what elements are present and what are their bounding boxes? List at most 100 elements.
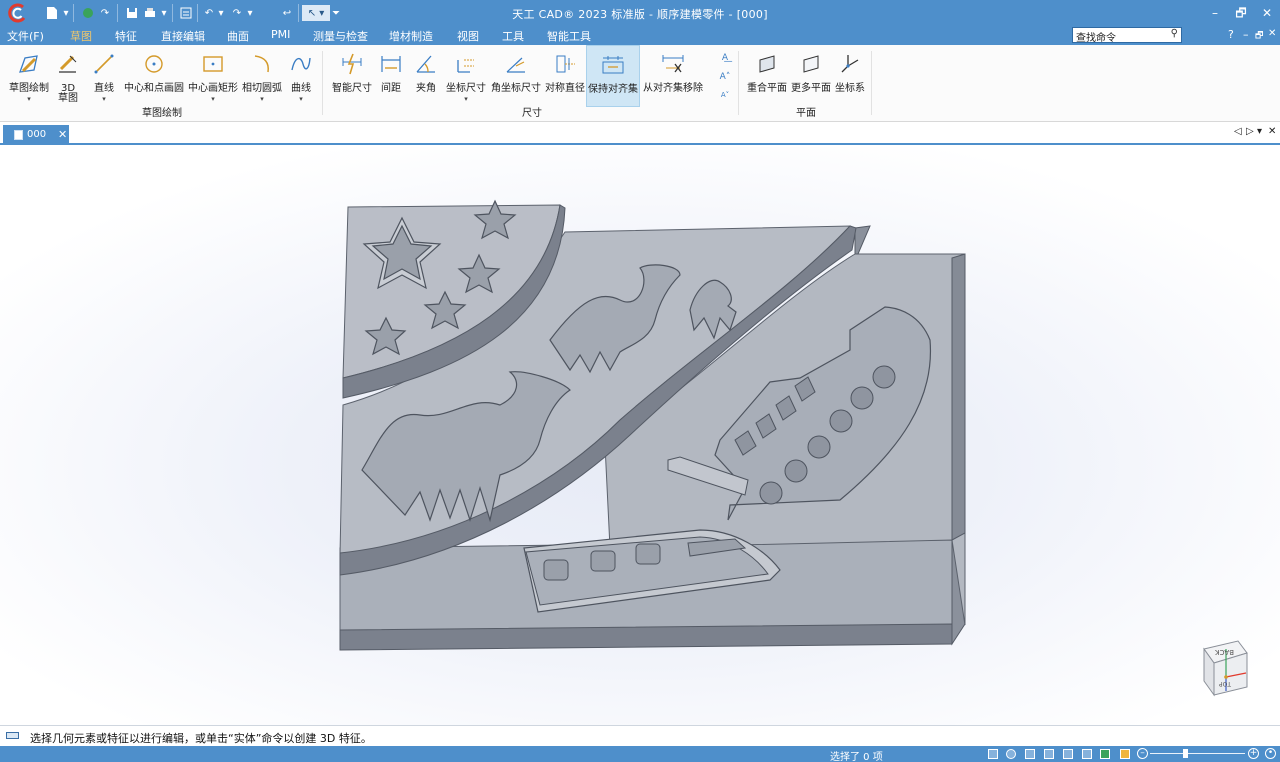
fit-view-icon[interactable] [988,749,998,759]
view-cube-top-label: TOP [1219,680,1232,687]
remove-align-icon [659,51,687,77]
chevron-down-icon[interactable]: ▾ [260,95,264,103]
coincident-plane-icon [753,51,781,77]
group-label-dimension: 尺寸 [522,108,542,119]
document-tab[interactable]: 000 ✕ [3,125,69,145]
text-larger-icon[interactable]: A˄ [718,72,732,86]
document-tab-name: 000 [27,129,47,140]
close-button[interactable]: ✕ [1256,4,1278,22]
distance-button[interactable]: 间距 [377,45,405,107]
symmetric-diameter-icon [551,51,579,77]
window-title: 天工 CAD® 2023 标准版 - 顺序建模零件 - [000] [512,8,768,21]
search-text: 查找命令 [1076,33,1116,44]
sketch-pencil-icon [15,51,43,77]
coincident-plane-button[interactable]: 重合平面 [745,45,789,107]
keep-align-set-icon [599,52,627,78]
remove-align-button[interactable]: 从对齐集移除 [642,45,704,107]
tab-measure-check[interactable]: 测量与检查 [313,28,368,44]
coordinate-system-button[interactable]: 坐标系 [833,45,867,107]
tab-pmi[interactable]: PMI [271,28,290,41]
smart-dimension-button[interactable]: 智能尺寸 [330,45,374,107]
group-label-plane: 平面 [796,108,816,119]
tab-feature[interactable]: 特征 [115,28,137,44]
search-icon[interactable]: ⚲ [1171,28,1178,39]
tab-additive[interactable]: 增材制造 [389,28,433,44]
coordinate-dimension-button[interactable]: 坐标尺寸 ▾ [445,45,487,107]
document-tab-strip: 000 ✕ ◁ ▷ ▾ ✕ [0,122,1280,145]
tab-scroll-right-icon[interactable]: ▷ [1246,126,1254,137]
tab-direct-edit[interactable]: 直接编辑 [161,28,205,44]
menu-file[interactable]: 文件(F) [7,28,44,44]
restore-button[interactable]: 🗗 [1230,4,1252,22]
chevron-down-icon[interactable]: ▾ [27,95,31,103]
document-file-icon [14,130,23,140]
smart-dimension-icon [338,51,366,77]
doc-close-button[interactable]: ✕ [1268,28,1276,39]
text-style-icon[interactable]: A͟ [718,53,732,67]
line-button[interactable]: 直线 ▾ [90,45,118,107]
help-button[interactable]: ? [1228,28,1234,41]
zoom-out-icon[interactable]: – [1137,748,1148,759]
symmetric-diameter-button[interactable]: 对称直径 [544,45,586,107]
render-style-icon[interactable] [1100,749,1110,759]
lighting-icon[interactable] [1120,749,1130,759]
command-search-input[interactable]: 查找命令 ⚲ [1072,27,1182,44]
rectangle-center-button[interactable]: 中心画矩形 ▾ [187,45,239,107]
close-all-tabs-icon[interactable]: ✕ [1268,126,1276,137]
chevron-down-icon[interactable]: ▾ [299,95,303,103]
3d-viewport[interactable]: BACK TOP [0,147,1280,725]
keyboard-icon[interactable] [6,732,19,739]
text-smaller-icon[interactable]: A˅ [718,91,732,105]
ribbon-toolbar: 草图绘制 ▾ 3D 草图 直线 ▾ 中心和点画圆 中心画矩形 ▾ 相切圆弧 ▾ … [0,45,1280,122]
minimize-button[interactable]: – [1204,4,1226,22]
coordinate-system-icon [836,51,864,77]
angular-coordinate-icon [502,51,530,77]
distance-icon [377,51,405,77]
part-model[interactable] [0,147,1280,725]
doc-minimize-button[interactable]: – [1243,28,1249,41]
keep-align-set-button[interactable]: 保持对齐集 [586,45,640,107]
curve-button[interactable]: 曲线 ▾ [288,45,314,107]
view-cube[interactable]: BACK TOP [1200,637,1250,699]
view-cube-back-label: BACK [1215,648,1234,656]
tab-smart-tools[interactable]: 智能工具 [547,28,591,44]
tab-surface[interactable]: 曲面 [227,28,249,44]
chevron-down-icon[interactable]: ▾ [211,95,215,103]
rectangle-center-icon [199,51,227,77]
view-orient-icon[interactable] [1082,749,1092,759]
circle-center-icon [140,51,168,77]
tab-scroll-left-icon[interactable]: ◁ [1234,126,1242,137]
tangent-arc-button[interactable]: 相切圆弧 ▾ [241,45,283,107]
zoom-area-icon[interactable] [1006,749,1016,759]
circle-center-button[interactable]: 中心和点画圆 [123,45,185,107]
angle-button[interactable]: 夹角 [412,45,440,107]
rotate-icon[interactable] [1063,749,1073,759]
tab-list-icon[interactable]: ▾ [1257,126,1262,137]
coordinate-dimension-icon [452,51,480,77]
zoom-in-icon[interactable]: + [1248,748,1259,759]
prompt-bar: 选择几何元素或特征以进行编辑，或单击“实体”命令以创建 3D 特征。 [0,725,1280,746]
zoom-slider-handle[interactable] [1183,749,1188,758]
3d-sketch-button[interactable]: 3D 草图 [54,45,82,107]
group-label-sketch: 草图绘制 [142,108,182,119]
more-planes-icon [797,51,825,77]
tab-view[interactable]: 视图 [457,28,479,44]
angle-icon [412,51,440,77]
close-tab-icon[interactable]: ✕ [58,128,67,141]
tab-tools[interactable]: 工具 [502,28,524,44]
selection-count: 选择了 0 项 [830,752,883,762]
pan-icon[interactable] [1044,749,1054,759]
sketch-draw-button[interactable]: 草图绘制 ▾ [5,45,53,107]
zoom-target-icon[interactable]: • [1265,748,1276,759]
menu-bar: 文件(F) 草图 特征 直接编辑 曲面 PMI 测量与检查 增材制造 视图 工具… [0,26,1280,47]
zoom-slider[interactable] [1150,753,1245,754]
prompt-text: 选择几何元素或特征以进行编辑，或单击“实体”命令以创建 3D 特征。 [30,732,372,745]
more-planes-button[interactable]: 更多平面 [789,45,833,107]
3d-sketch-icon [54,51,82,77]
chevron-down-icon[interactable]: ▾ [102,95,106,103]
chevron-down-icon[interactable]: ▾ [464,95,468,103]
angular-coordinate-button[interactable]: 角坐标尺寸 [490,45,542,107]
doc-restore-button[interactable]: 🗗 [1255,28,1263,44]
zoom-fit-icon[interactable] [1025,749,1035,759]
line-icon [90,51,118,77]
